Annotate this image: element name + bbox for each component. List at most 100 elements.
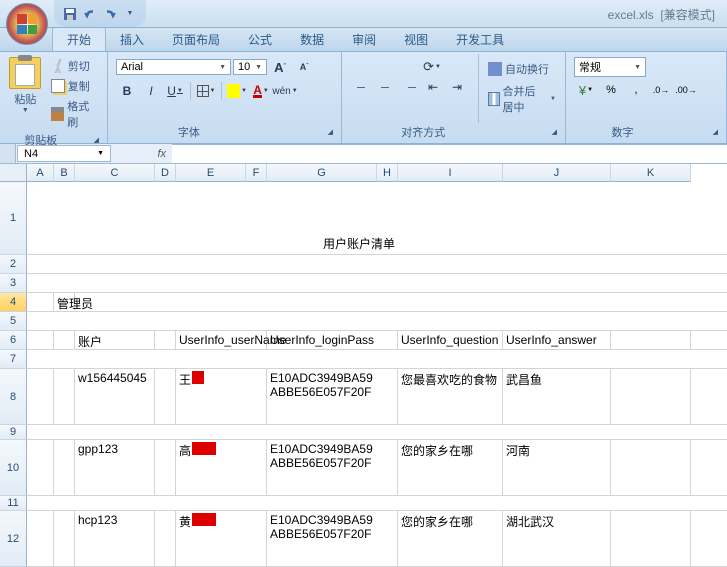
border-button[interactable]: ▼	[195, 81, 217, 101]
cell[interactable]	[54, 331, 75, 349]
decrease-decimal-button[interactable]: .00→	[674, 80, 698, 100]
cell[interactable]	[27, 425, 691, 439]
cell[interactable]: 管理员	[54, 293, 75, 311]
shrink-font-button[interactable]: Aˇ	[293, 57, 315, 77]
namebox-expand[interactable]	[0, 144, 16, 163]
row-header[interactable]: 10	[0, 440, 27, 496]
font-size-combo[interactable]: 10▼	[233, 59, 267, 75]
decrease-indent-button[interactable]: ⇤	[422, 77, 444, 97]
col-header[interactable]: B	[54, 164, 75, 182]
cell-password[interactable]: E10ADC3949BA59ABBE56E057F20F	[267, 440, 398, 495]
cell-header-question[interactable]: UserInfo_question	[398, 331, 503, 349]
cell-username[interactable]: 黄	[176, 511, 267, 566]
currency-button[interactable]: ¥▼	[574, 80, 598, 100]
cell[interactable]	[27, 312, 691, 330]
cell[interactable]	[611, 369, 691, 424]
cell[interactable]	[155, 369, 176, 424]
cell[interactable]	[611, 440, 691, 495]
col-header[interactable]: G	[267, 164, 377, 182]
fill-color-button[interactable]: ▼	[226, 81, 248, 101]
row-header[interactable]: 6	[0, 331, 27, 350]
paste-button[interactable]: 粘贴	[14, 91, 36, 107]
align-bottom-button[interactable]	[398, 57, 420, 77]
align-top-button[interactable]	[350, 57, 372, 77]
align-right-button[interactable]	[398, 77, 420, 97]
col-header[interactable]: I	[398, 164, 503, 182]
grow-font-button[interactable]: Aˆ	[269, 57, 291, 77]
row-header[interactable]: 9	[0, 425, 27, 440]
orientation-button[interactable]: ⟳▼	[422, 57, 442, 77]
tab-review[interactable]: 审阅	[338, 28, 390, 51]
cell-account[interactable]: gpp123	[75, 440, 155, 495]
tab-data[interactable]: 数据	[286, 28, 338, 51]
cell[interactable]	[155, 511, 176, 566]
cell-answer[interactable]: 湖北武汉	[503, 511, 611, 566]
copy-button[interactable]: 复制	[49, 77, 101, 95]
cell-header-answer[interactable]: UserInfo_answer	[503, 331, 611, 349]
cell-username[interactable]: 王	[176, 369, 267, 424]
cell[interactable]	[27, 331, 54, 349]
cell[interactable]	[54, 369, 75, 424]
cell-password[interactable]: E10ADC3949BA59ABBE56E057F20F	[267, 369, 398, 424]
fx-icon[interactable]: fx	[157, 148, 166, 160]
align-center-button[interactable]	[374, 77, 396, 97]
formula-bar[interactable]	[172, 144, 727, 163]
row-header[interactable]: 3	[0, 274, 27, 293]
qat-dropdown-icon[interactable]: ▼	[122, 6, 138, 22]
increase-indent-button[interactable]: ⇥	[446, 77, 468, 97]
percent-button[interactable]: %	[599, 80, 623, 100]
font-name-combo[interactable]: Arial▼	[116, 59, 231, 75]
col-header[interactable]: F	[246, 164, 267, 182]
cell[interactable]	[155, 331, 176, 349]
row-header[interactable]: 1	[0, 182, 27, 255]
cell-header-account[interactable]: 账户	[75, 331, 155, 349]
row-header[interactable]: 12	[0, 511, 27, 567]
tab-formula[interactable]: 公式	[234, 28, 286, 51]
col-header[interactable]: E	[176, 164, 246, 182]
save-icon[interactable]	[62, 6, 78, 22]
col-header[interactable]: A	[27, 164, 54, 182]
tab-layout[interactable]: 页面布局	[158, 28, 234, 51]
row-header[interactable]: 11	[0, 496, 27, 511]
name-box[interactable]: N4▼	[17, 145, 111, 162]
cell-question[interactable]: 您的家乡在哪	[398, 511, 503, 566]
cell-question[interactable]: 您最喜欢吃的食物	[398, 369, 503, 424]
comma-button[interactable]: ,	[624, 80, 648, 100]
cut-button[interactable]: 剪切	[49, 57, 101, 75]
italic-button[interactable]: I	[140, 81, 162, 101]
col-header[interactable]: H	[377, 164, 398, 182]
paste-dropdown-icon[interactable]: ▼	[22, 107, 29, 114]
cell[interactable]	[611, 331, 691, 349]
align-middle-button[interactable]	[374, 57, 396, 77]
select-all-corner[interactable]	[0, 164, 27, 182]
undo-icon[interactable]	[82, 6, 98, 22]
underline-button[interactable]: U▼	[164, 81, 186, 101]
row-header[interactable]: 4	[0, 293, 27, 312]
cell-title[interactable]: 用户账户清单	[27, 182, 691, 254]
format-painter-button[interactable]: 格式刷	[49, 97, 101, 131]
cell[interactable]	[27, 511, 54, 566]
col-header[interactable]: C	[75, 164, 155, 182]
row-header[interactable]: 2	[0, 255, 27, 274]
bold-button[interactable]: B	[116, 81, 138, 101]
tab-home[interactable]: 开始	[52, 27, 106, 51]
merge-center-button[interactable]: 合并后居中▼	[485, 81, 559, 117]
row-header[interactable]: 7	[0, 350, 27, 369]
office-button[interactable]	[6, 3, 48, 45]
cell-account[interactable]: w156445045	[75, 369, 155, 424]
tab-view[interactable]: 视图	[390, 28, 442, 51]
align-left-button[interactable]	[350, 77, 372, 97]
cell[interactable]	[75, 293, 691, 311]
cell[interactable]	[27, 274, 691, 292]
cell-username[interactable]: 高	[176, 440, 267, 495]
cell-answer[interactable]: 武昌鱼	[503, 369, 611, 424]
cell[interactable]	[54, 440, 75, 495]
increase-decimal-button[interactable]: .0→	[649, 80, 673, 100]
tab-insert[interactable]: 插入	[106, 28, 158, 51]
cell-account[interactable]: hcp123	[75, 511, 155, 566]
redo-icon[interactable]	[102, 6, 118, 22]
cell[interactable]	[27, 350, 691, 368]
col-header[interactable]: K	[611, 164, 691, 182]
tab-dev[interactable]: 开发工具	[442, 28, 518, 51]
cell[interactable]	[54, 511, 75, 566]
